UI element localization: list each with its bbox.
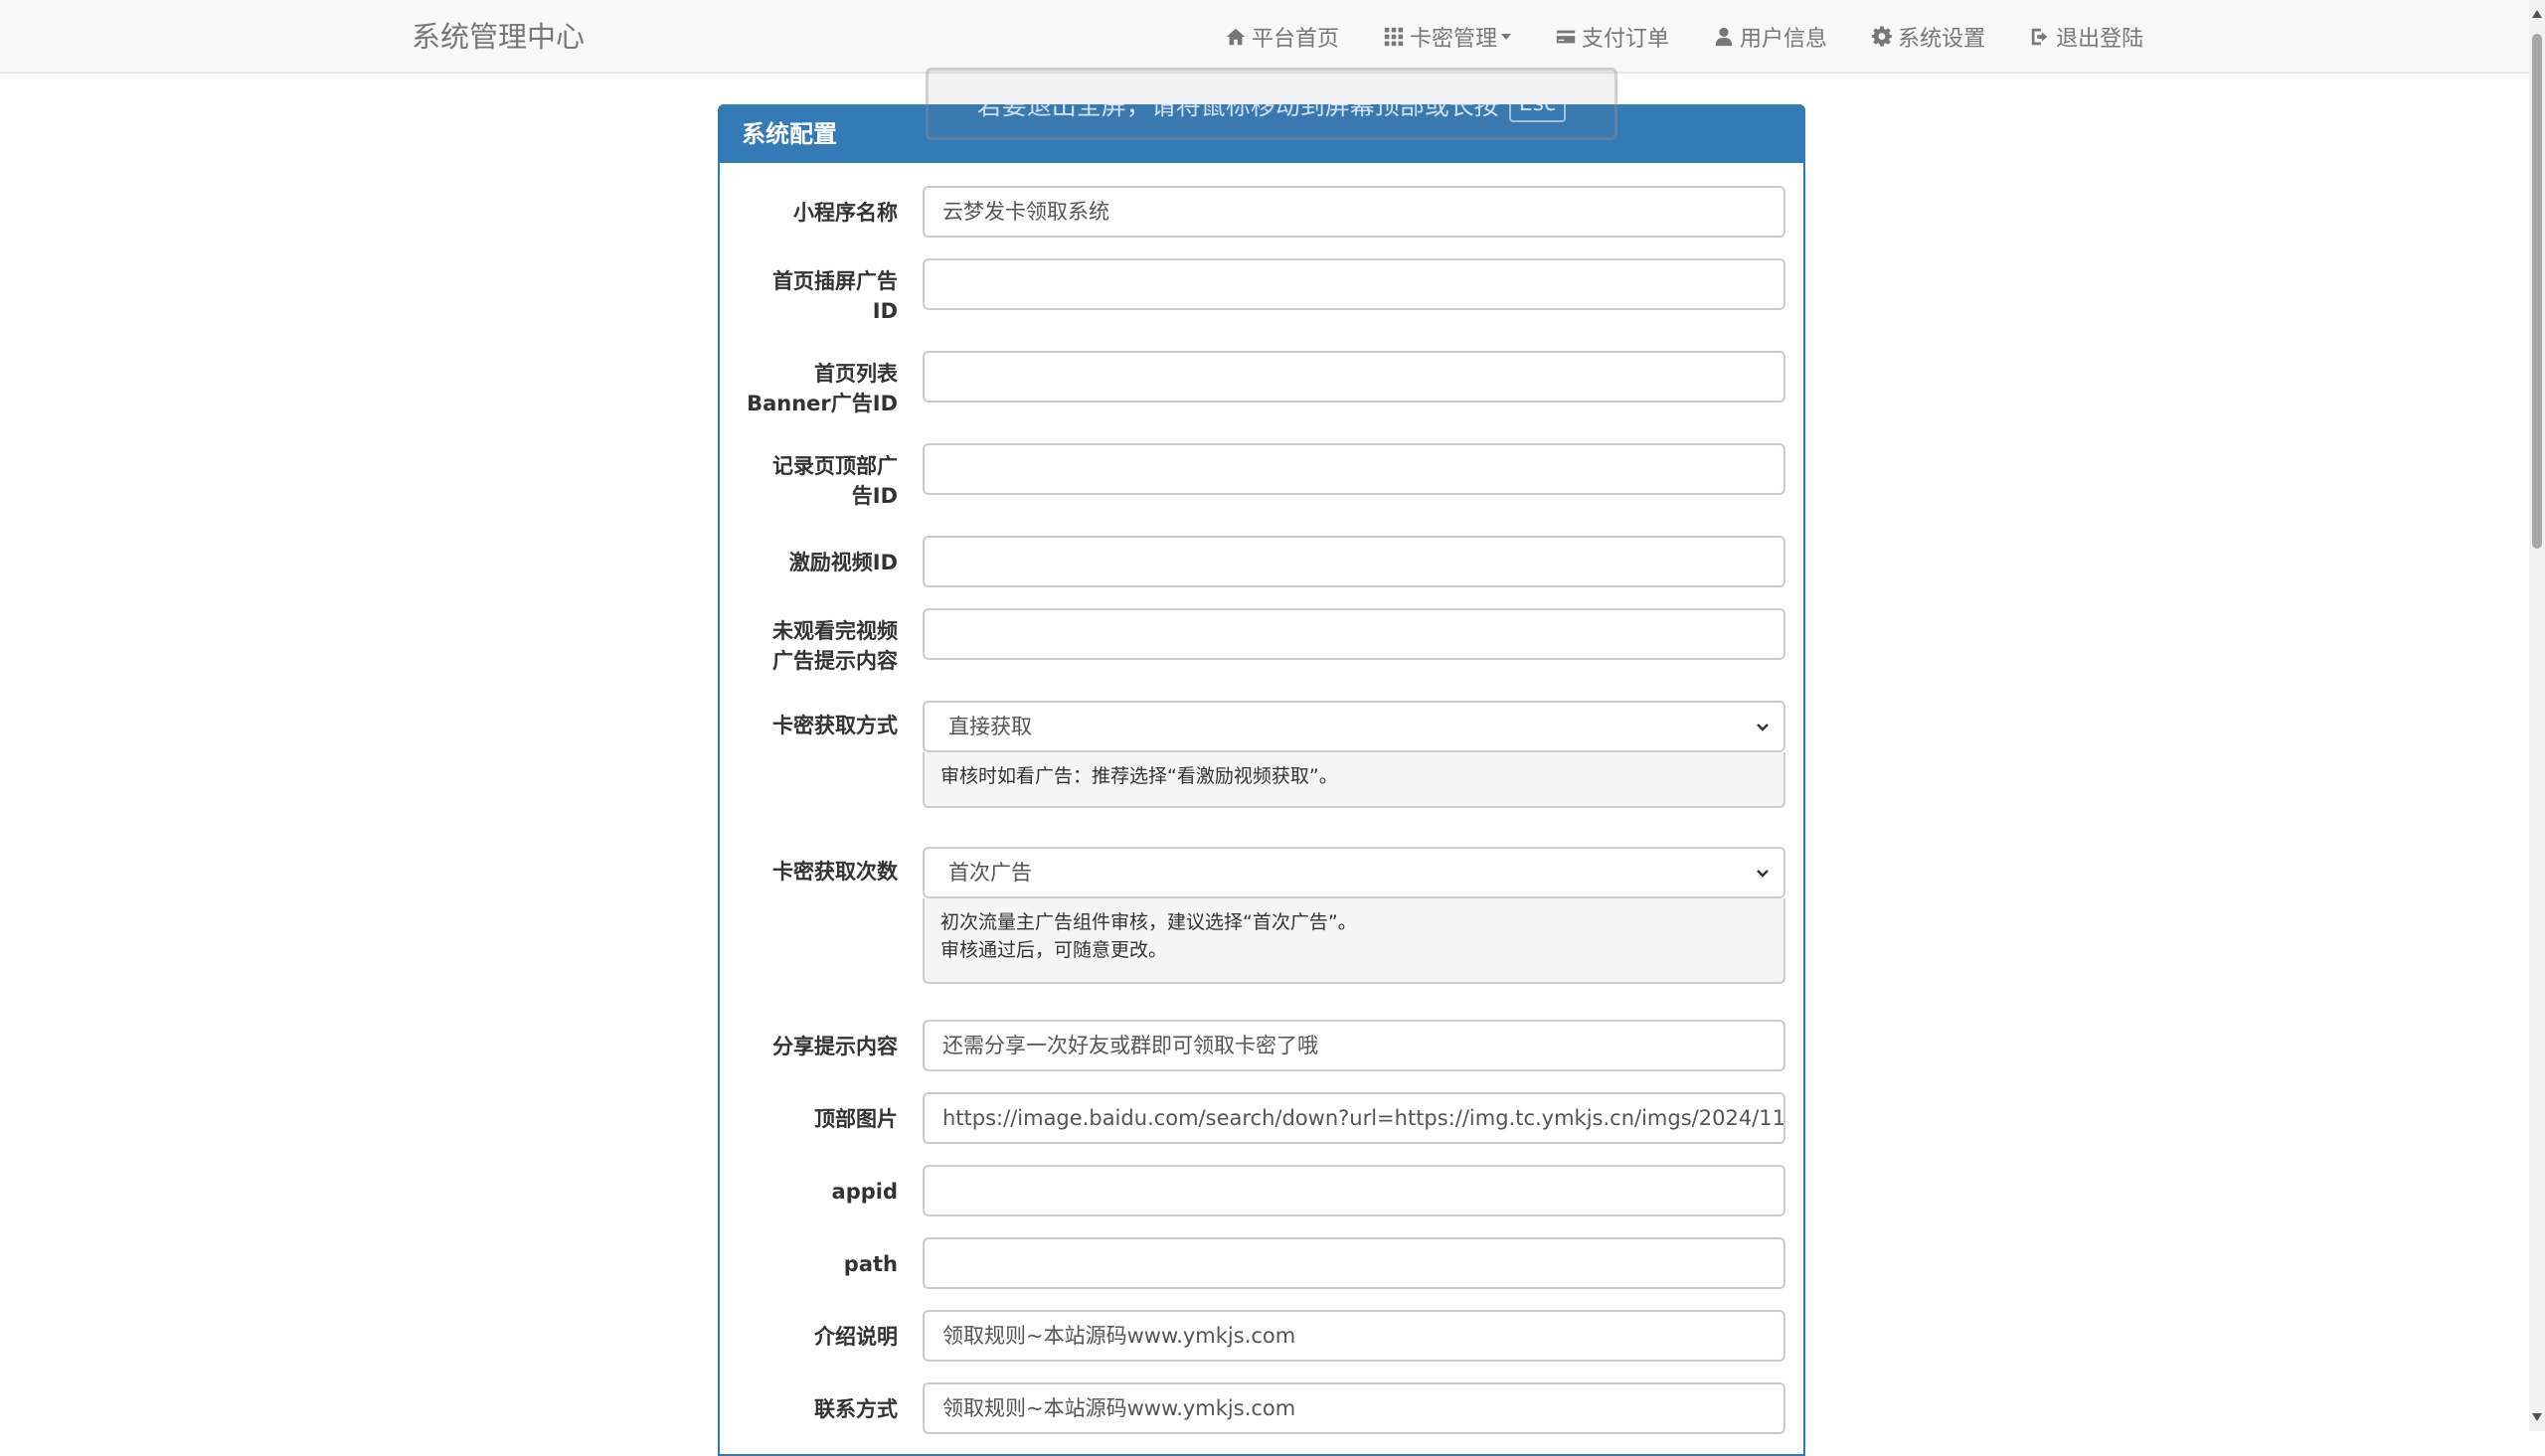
home-icon [1226, 28, 1246, 46]
nav-item-label: 支付订单 [1582, 27, 1670, 52]
share-tip-input[interactable]: 还需分享一次好友或群即可领取卡密了哦 [923, 1020, 1785, 1071]
nav-item-label: 退出登陆 [2056, 27, 2144, 52]
field-label: 卡密获取方式 [772, 714, 898, 737]
field-label: 卡密获取次数 [772, 860, 898, 884]
field-label: path [843, 1252, 898, 1276]
intro-input[interactable]: 领取规则~本站源码www.ymkjs.com [923, 1310, 1785, 1362]
nav-item-label: 平台首页 [1252, 27, 1340, 52]
card-fetch-method-help: 审核时如看广告：推荐选择“看激励视频获取”。 [923, 752, 1785, 808]
nav-item-label: 用户信息 [1740, 27, 1828, 52]
field-label: 首页插屏广告 ID [772, 269, 898, 323]
field-label: appid [831, 1180, 898, 1204]
contact-input[interactable]: 领取规则~本站源码www.ymkjs.com [923, 1382, 1785, 1434]
unfinished-video-tip-input[interactable] [923, 608, 1785, 660]
field-label: 小程序名称 [793, 201, 898, 225]
interstitial-ad-id-input[interactable] [923, 258, 1785, 310]
banner-ad-id-input[interactable] [923, 351, 1785, 403]
nav-menu: 平台首页 卡密管理 支付订单 用户信息 系统设置 退出登陆 [1203, 0, 2165, 74]
nav-item-label: 系统设置 [1898, 27, 1986, 52]
nav-item-home[interactable]: 平台首页 [1203, 0, 1361, 74]
credit-card-icon [1556, 30, 1576, 44]
nav-item-user-info[interactable]: 用户信息 [1691, 0, 1849, 74]
grid-icon [1384, 27, 1404, 47]
chevron-down-icon [1757, 870, 1769, 878]
selected-value: 首次广告 [948, 861, 1032, 885]
field-label: 介绍说明 [814, 1325, 898, 1349]
top-image-url-input[interactable]: https://image.baidu.com/search/down?url=… [923, 1092, 1785, 1144]
page-scrollbar[interactable] [2529, 0, 2545, 1431]
path-input[interactable] [923, 1237, 1785, 1289]
field-label: 记录页顶部广 告ID [772, 454, 898, 508]
nav-item-logout[interactable]: 退出登陆 [2007, 0, 2165, 74]
selected-value: 直接获取 [948, 715, 1032, 738]
reward-video-id-input[interactable] [923, 536, 1785, 587]
scroll-down-arrow-icon[interactable] [2532, 1413, 2542, 1421]
chevron-down-icon [1501, 34, 1512, 40]
scroll-thumb[interactable] [2532, 34, 2542, 549]
card-fetch-method-select[interactable]: 直接获取 [923, 701, 1785, 752]
chevron-down-icon [1757, 724, 1769, 731]
field-label: 未观看完视频 广告提示内容 [772, 619, 898, 673]
brand-title[interactable]: 系统管理中心 [412, 0, 585, 74]
miniprogram-name-input[interactable]: 云梦发卡领取系统 [923, 186, 1785, 238]
system-config-panel: 系统配置 小程序名称 云梦发卡领取系统 首页插屏广告 ID 首页列表 Banne… [718, 104, 1805, 1456]
panel-title: 系统配置 [720, 106, 1803, 163]
appid-input[interactable] [923, 1165, 1785, 1216]
user-icon [1715, 27, 1733, 47]
nav-item-label: 卡密管理 [1410, 27, 1498, 52]
nav-item-system-settings[interactable]: 系统设置 [1849, 0, 2007, 74]
nav-item-card-management[interactable]: 卡密管理 [1361, 0, 1533, 74]
scroll-up-arrow-icon[interactable] [2532, 10, 2542, 18]
gear-icon [1871, 26, 1893, 47]
field-label: 联系方式 [814, 1397, 898, 1421]
card-fetch-count-select[interactable]: 首次广告 [923, 847, 1785, 898]
field-label: 顶部图片 [814, 1107, 898, 1131]
record-top-ad-id-input[interactable] [923, 443, 1785, 495]
card-fetch-count-help: 初次流量主广告组件审核，建议选择“首次广告”。 审核通过后，可随意更改。 [923, 898, 1785, 984]
nav-item-payment-orders[interactable]: 支付订单 [1533, 0, 1691, 74]
field-label: 分享提示内容 [772, 1035, 898, 1058]
top-navbar: 系统管理中心 平台首页 卡密管理 支付订单 用户信息 系统设置 退出登陆 [0, 0, 2529, 74]
field-label: 激励视频ID [788, 551, 898, 574]
field-label: 首页列表 Banner广告ID [747, 362, 898, 415]
logout-icon [2031, 28, 2048, 46]
